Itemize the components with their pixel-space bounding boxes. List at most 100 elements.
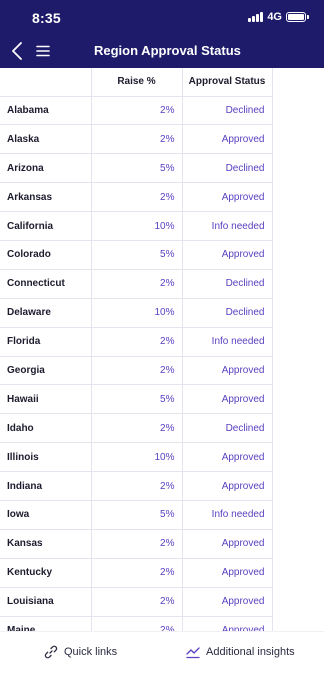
raise-percent-cell: 10% — [90, 298, 182, 328]
raise-percent-cell: 5% — [90, 240, 182, 270]
table-row[interactable]: Kansas 2% Approved — [0, 529, 273, 559]
state-name-cell: Louisiana — [0, 587, 91, 617]
additional-insights-label: Additional insights — [206, 646, 295, 658]
raise-percent-cell: 2% — [90, 182, 182, 213]
state-name-cell: Illinois — [0, 442, 91, 473]
state-name-cell: Arizona — [0, 153, 91, 184]
state-name-cell: Kentucky — [0, 558, 91, 588]
state-name-cell: California — [0, 211, 91, 241]
nav-bar: Region Approval Status — [0, 36, 324, 68]
raise-percent-cell: 2% — [90, 413, 182, 444]
link-icon — [44, 645, 58, 659]
battery-icon — [286, 12, 309, 22]
additional-insights-button[interactable]: Additional insights — [186, 645, 295, 659]
table-row[interactable]: Louisiana 2% Approved — [0, 587, 273, 617]
approval-status-cell: Declined — [181, 413, 273, 444]
table-row[interactable]: Delaware 10% Declined — [0, 298, 273, 328]
state-name-cell: Florida — [0, 327, 91, 357]
approval-status-cell: Declined — [181, 153, 273, 184]
raise-percent-cell: 2% — [90, 471, 182, 501]
raise-percent-cell: 10% — [90, 211, 182, 241]
approval-status-cell: Approved — [181, 471, 273, 501]
approval-status-cell: Declined — [181, 96, 273, 126]
quick-links-label: Quick links — [64, 646, 118, 658]
approval-table-container[interactable]: Raise % Approval Status Alabama 2% Decline… — [0, 68, 324, 631]
table-row[interactable]: Florida 2% Info needed — [0, 327, 273, 357]
raise-percent-cell: 2% — [90, 124, 182, 155]
table-row[interactable]: Connecticut 2% Declined — [0, 269, 273, 299]
signal-icon — [248, 12, 264, 22]
state-name-cell: Maine — [0, 616, 91, 631]
table-row[interactable]: Alaska 2% Approved — [0, 124, 273, 155]
approval-status-cell: Approved — [181, 558, 273, 588]
back-button[interactable] — [8, 41, 26, 61]
status-time: 8:35 — [32, 10, 61, 26]
table-row[interactable]: Georgia 2% Approved — [0, 356, 273, 386]
state-name-cell: Delaware — [0, 298, 91, 328]
raise-percent-cell: 2% — [90, 96, 182, 126]
state-name-cell: Idaho — [0, 413, 91, 444]
approval-status-cell: Approved — [181, 529, 273, 559]
state-name-cell: Connecticut — [0, 269, 91, 299]
menu-button[interactable] — [34, 42, 52, 60]
approval-status-cell: Approved — [181, 182, 273, 213]
network-label: 4G — [267, 11, 282, 23]
approval-status-cell: Info needed — [181, 211, 273, 241]
table-row[interactable]: Idaho 2% Declined — [0, 413, 273, 444]
raise-percent-cell: 2% — [90, 616, 182, 631]
column-header-raise[interactable]: Raise % — [90, 68, 182, 97]
approval-status-cell: Approved — [181, 587, 273, 617]
bottom-nav: Quick links Additional insights — [0, 631, 324, 682]
state-name-cell: Alaska — [0, 124, 91, 155]
state-name-cell: Indiana — [0, 471, 91, 501]
page-title: Region Approval Status — [94, 43, 241, 58]
approval-status-cell: Approved — [181, 384, 273, 415]
table-row[interactable]: Arizona 5% Declined — [0, 153, 273, 184]
raise-percent-cell: 5% — [90, 153, 182, 184]
table-row[interactable]: Illinois 10% Approved — [0, 442, 273, 473]
raise-percent-cell: 2% — [90, 529, 182, 559]
app-header: 8:35 4G Region Approval Status — [0, 0, 324, 68]
quick-links-button[interactable]: Quick links — [44, 645, 117, 659]
state-name-cell: Colorado — [0, 240, 91, 270]
trend-chart-icon — [186, 645, 200, 659]
table-header-row: Raise % Approval Status — [0, 68, 273, 97]
table-row[interactable]: Colorado 5% Approved — [0, 240, 273, 270]
table-row[interactable]: California 10% Info needed — [0, 211, 273, 241]
table-row[interactable]: Alabama 2% Declined — [0, 96, 273, 126]
table-row[interactable]: Iowa 5% Info needed — [0, 500, 273, 530]
table-row[interactable]: Indiana 2% Approved — [0, 471, 273, 501]
approval-status-cell: Info needed — [181, 327, 273, 357]
state-name-cell: Alabama — [0, 96, 91, 126]
raise-percent-cell: 2% — [90, 558, 182, 588]
raise-percent-cell: 5% — [90, 500, 182, 530]
state-name-cell: Kansas — [0, 529, 91, 559]
column-header-status[interactable]: Approval Status — [181, 68, 273, 97]
approval-status-cell: Approved — [181, 616, 273, 631]
table-row[interactable]: Maine 2% Approved — [0, 616, 273, 631]
approval-table: Raise % Approval Status Alabama 2% Decline… — [0, 68, 273, 631]
table-row[interactable]: Hawaii 5% Approved — [0, 384, 273, 415]
hamburger-icon — [36, 45, 50, 57]
state-name-cell: Arkansas — [0, 182, 91, 213]
raise-percent-cell: 10% — [90, 442, 182, 473]
approval-status-cell: Info needed — [181, 500, 273, 530]
table-row[interactable]: Arkansas 2% Approved — [0, 182, 273, 213]
table-row[interactable]: Kentucky 2% Approved — [0, 558, 273, 588]
status-bar: 8:35 4G — [0, 0, 324, 36]
approval-status-cell: Approved — [181, 124, 273, 155]
state-name-cell: Georgia — [0, 356, 91, 386]
state-name-cell: Hawaii — [0, 384, 91, 415]
approval-status-cell: Approved — [181, 356, 273, 386]
raise-percent-cell: 2% — [90, 356, 182, 386]
raise-percent-cell: 5% — [90, 384, 182, 415]
state-name-cell: Iowa — [0, 500, 91, 530]
approval-status-cell: Declined — [181, 269, 273, 299]
raise-percent-cell: 2% — [90, 587, 182, 617]
approval-status-cell: Approved — [181, 442, 273, 473]
approval-status-cell: Approved — [181, 240, 273, 270]
chevron-left-icon — [12, 42, 22, 60]
approval-status-cell: Declined — [181, 298, 273, 328]
system-indicators: 4G — [248, 11, 309, 23]
raise-percent-cell: 2% — [90, 327, 182, 357]
